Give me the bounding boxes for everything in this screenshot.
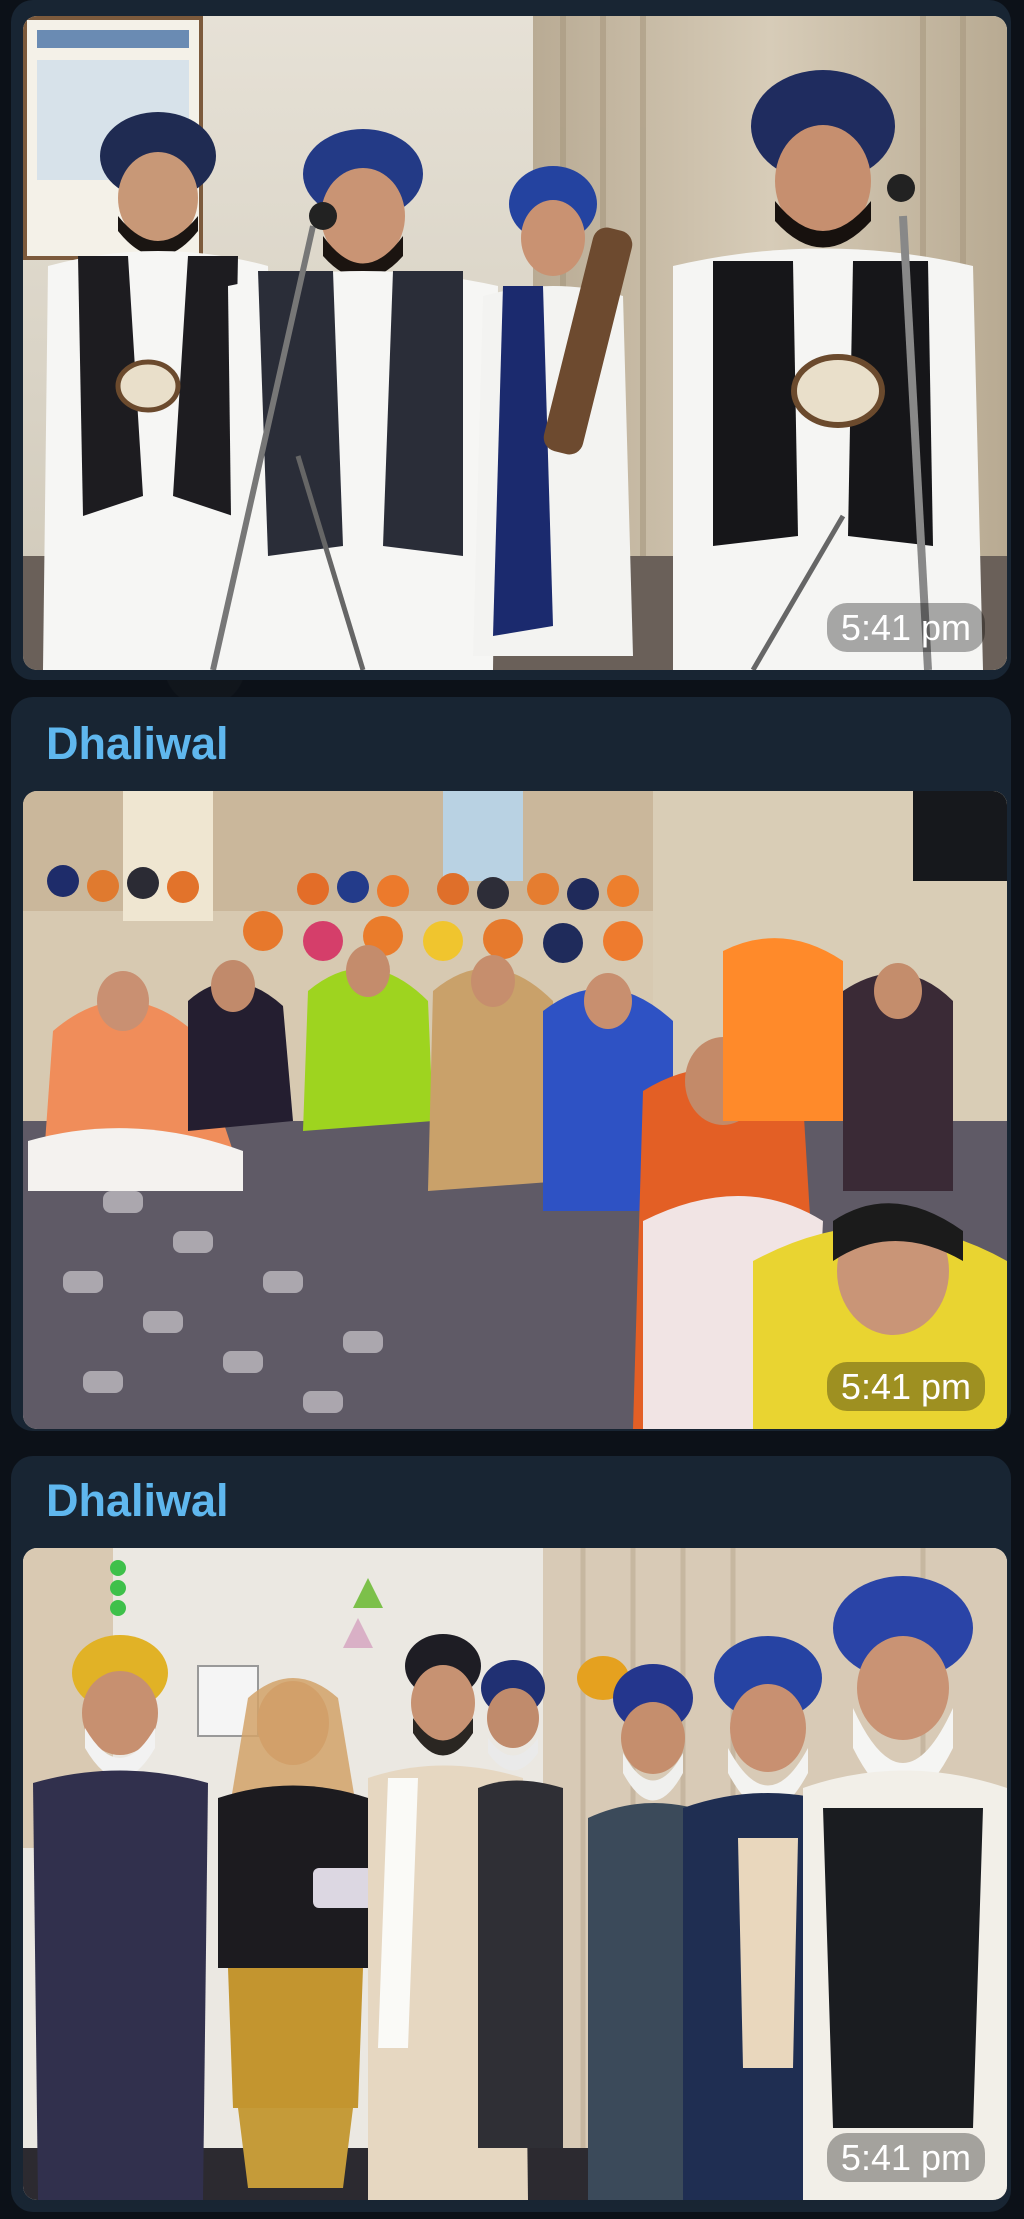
chat-area[interactable]: 5:41 pm Dhaliwal 5:41 pm Dhaliwal 5:41 p… [0, 0, 1024, 2219]
message-photo-3[interactable]: 5:41 pm [23, 1548, 1007, 2200]
photo-congregation-icon [23, 791, 1007, 1429]
message-bubble-1[interactable]: 5:41 pm [11, 0, 1011, 680]
message-time: 5:41 pm [826, 1361, 985, 1411]
message-time: 5:41 pm [826, 602, 985, 652]
message-bubble-3[interactable]: Dhaliwal 5:41 pm [11, 1456, 1011, 2212]
message-bubble-2[interactable]: Dhaliwal 5:41 pm [11, 697, 1011, 1431]
message-photo-2[interactable]: 5:41 pm [23, 791, 1007, 1429]
message-time: 5:41 pm [826, 2132, 985, 2182]
sender-name[interactable]: Dhaliwal [46, 1478, 229, 1523]
photo-group-icon [23, 1548, 1007, 2200]
message-photo-1[interactable]: 5:41 pm [23, 16, 1007, 670]
photo-musicians-icon [23, 16, 1007, 670]
sender-name[interactable]: Dhaliwal [46, 721, 229, 766]
